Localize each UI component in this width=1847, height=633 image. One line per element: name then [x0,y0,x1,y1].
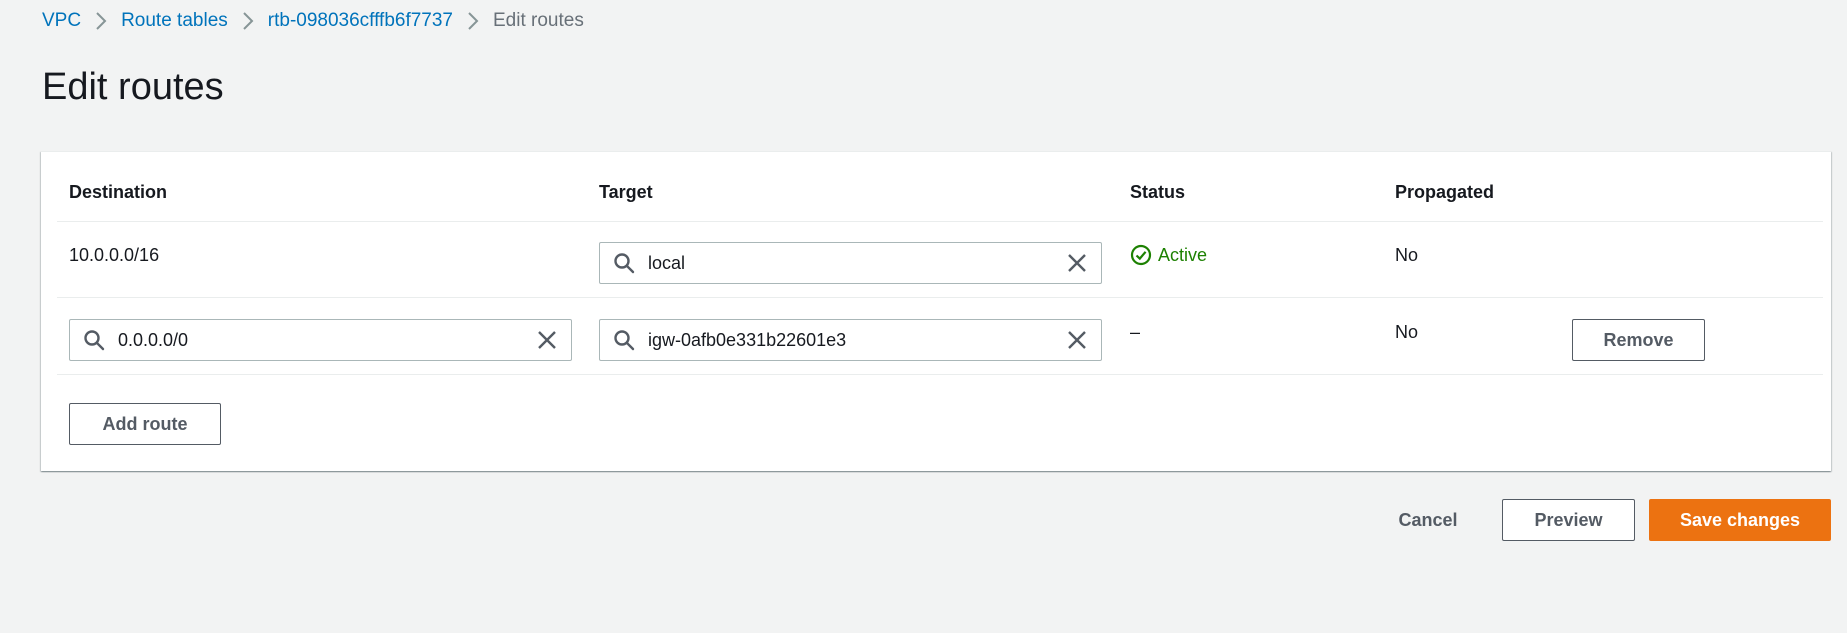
column-header-propagated: Propagated [1395,182,1495,202]
close-icon[interactable] [523,330,571,350]
status-badge: Active [1130,244,1207,266]
breadcrumb: VPC Route tables rtb-098036cfffb6f7737 E… [42,10,584,32]
chevron-right-icon [453,10,493,32]
add-route-button[interactable]: Add route [69,403,221,445]
close-icon[interactable] [1053,330,1101,350]
remove-route-button[interactable]: Remove [1572,319,1705,361]
column-header-status: Status [1130,182,1186,202]
routes-panel: Destination Target Status Propagated 10.… [41,151,1831,471]
cancel-button[interactable]: Cancel [1383,499,1473,541]
target-input[interactable]: local [599,242,1102,284]
status-text: Active [1158,244,1208,265]
destination-input-value: 0.0.0.0/0 [118,329,189,350]
propagated-text: No [1395,322,1419,342]
save-changes-button[interactable]: Save changes [1649,499,1831,541]
search-icon [600,252,648,274]
close-icon[interactable] [1053,253,1101,273]
target-input-value: local [648,252,686,273]
search-icon [70,329,118,351]
chevron-right-icon [228,10,268,32]
breadcrumb-link-route-tables[interactable]: Route tables [121,10,228,32]
search-icon [600,329,648,351]
breadcrumb-current: Edit routes [493,10,584,31]
target-input-value: igw-0afb0e331b22601e3 [648,329,847,350]
preview-button[interactable]: Preview [1502,499,1635,541]
column-header-destination: Destination [69,182,168,202]
target-input[interactable]: igw-0afb0e331b22601e3 [599,319,1102,361]
status-success-icon [1130,244,1152,266]
breadcrumb-link-vpc[interactable]: VPC [42,10,81,32]
destination-input[interactable]: 0.0.0.0/0 [69,319,572,361]
page-title: Edit routes [42,66,224,108]
route-destination-text: 10.0.0.0/16 [69,245,160,265]
chevron-right-icon [81,10,121,32]
propagated-text: No [1395,245,1419,265]
row-divider [57,221,1823,222]
breadcrumb-link-route-table-id[interactable]: rtb-098036cfffb6f7737 [268,10,453,32]
column-header-target: Target [599,182,653,202]
row-divider [57,374,1823,375]
row-divider [57,297,1823,298]
status-text: – [1130,322,1141,342]
